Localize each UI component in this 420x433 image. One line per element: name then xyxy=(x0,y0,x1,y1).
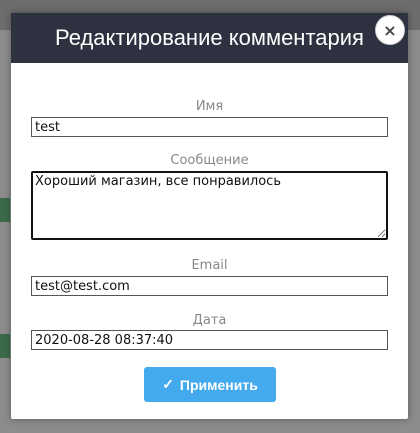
modal-header: Редактирование комментария xyxy=(11,13,408,63)
background-green-marker xyxy=(0,334,10,358)
email-input[interactable] xyxy=(31,276,388,296)
date-input[interactable] xyxy=(31,330,388,350)
close-button[interactable]: × xyxy=(375,15,405,45)
modal-title: Редактирование комментария xyxy=(55,25,364,50)
message-textarea[interactable]: Хороший магазин, все понравилось xyxy=(31,171,388,240)
apply-button[interactable]: ✓ Применить xyxy=(144,367,276,402)
name-input[interactable] xyxy=(31,117,388,137)
check-icon: ✓ xyxy=(162,376,174,392)
message-label: Сообщение xyxy=(170,153,249,168)
email-label: Email xyxy=(191,258,228,273)
close-icon: × xyxy=(383,20,397,40)
date-label: Дата xyxy=(192,313,227,328)
edit-comment-modal: Редактирование комментария Имя Сообщение… xyxy=(11,13,408,419)
name-label: Имя xyxy=(195,99,224,114)
background-green-marker xyxy=(0,198,10,222)
apply-button-label: Применить xyxy=(179,376,258,393)
